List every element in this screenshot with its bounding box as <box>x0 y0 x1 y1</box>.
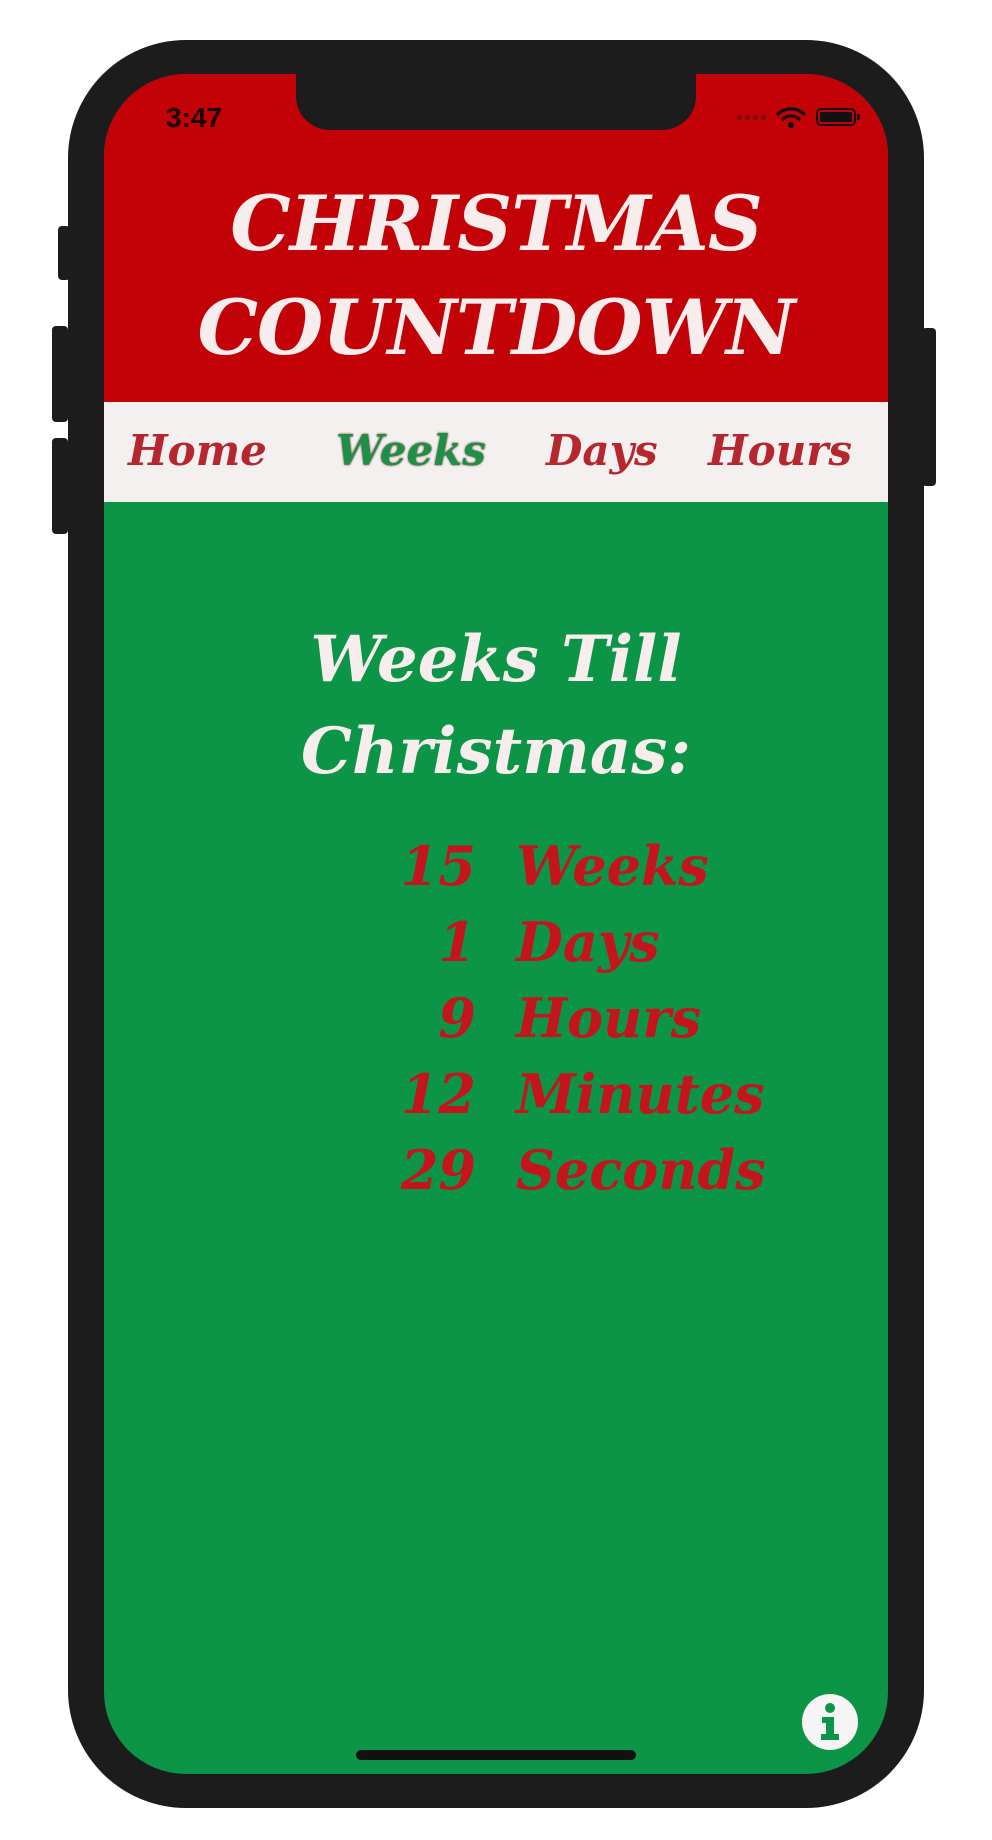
wifi-icon <box>776 107 806 128</box>
app-title-line-2: COUNTDOWN <box>197 283 796 372</box>
side-button <box>922 328 936 486</box>
tab-weeks[interactable]: Weeks <box>336 426 486 475</box>
home-indicator[interactable] <box>356 1750 636 1760</box>
app-screen: 3:47 CHRISTMAS COUNTDOWN Home Weeks Days… <box>104 74 888 1774</box>
tab-home[interactable]: Home <box>128 426 267 475</box>
hours-value: 9 <box>438 986 476 1050</box>
seconds-unit: Seconds <box>516 1138 766 1202</box>
minutes-unit: Minutes <box>516 1062 765 1126</box>
status-icons <box>737 106 860 128</box>
mute-switch <box>58 226 70 280</box>
countdown-row-minutes: 12 Minutes <box>104 1062 888 1138</box>
status-time: 3:47 <box>166 102 223 133</box>
countdown-row-hours: 9 Hours <box>104 986 888 1062</box>
tab-hours[interactable]: Hours <box>708 426 852 475</box>
app-title-line-1: CHRISTMAS <box>230 179 762 268</box>
minutes-value: 12 <box>400 1062 476 1126</box>
seconds-value: 29 <box>400 1138 476 1202</box>
battery-icon <box>816 108 860 126</box>
countdown-heading-line-1: Weeks Till <box>310 622 682 697</box>
app-header: 3:47 CHRISTMAS COUNTDOWN <box>104 74 888 402</box>
countdown-heading-line-2: Christmas: <box>301 714 691 789</box>
camera-notch <box>296 74 696 130</box>
cellular-signal-icon <box>737 114 766 120</box>
countdown-row-days: 1 Days <box>104 910 888 986</box>
days-value: 1 <box>438 910 476 974</box>
weeks-unit: Weeks <box>516 834 709 898</box>
weeks-value: 15 <box>400 834 476 898</box>
days-unit: Days <box>516 910 660 974</box>
tab-bar: Home Weeks Days Hours <box>104 402 888 502</box>
volume-down-button <box>52 438 68 534</box>
tab-days[interactable]: Days <box>546 426 658 475</box>
app-title: CHRISTMAS COUNTDOWN <box>104 172 888 380</box>
info-button[interactable] <box>802 1694 858 1750</box>
info-icon <box>821 1703 839 1740</box>
countdown-row-weeks: 15 Weeks <box>104 834 888 910</box>
countdown-heading: Weeks Till Christmas: <box>104 614 888 798</box>
hours-unit: Hours <box>516 986 702 1050</box>
volume-up-button <box>52 326 68 422</box>
countdown-row-seconds: 29 Seconds <box>104 1138 888 1214</box>
